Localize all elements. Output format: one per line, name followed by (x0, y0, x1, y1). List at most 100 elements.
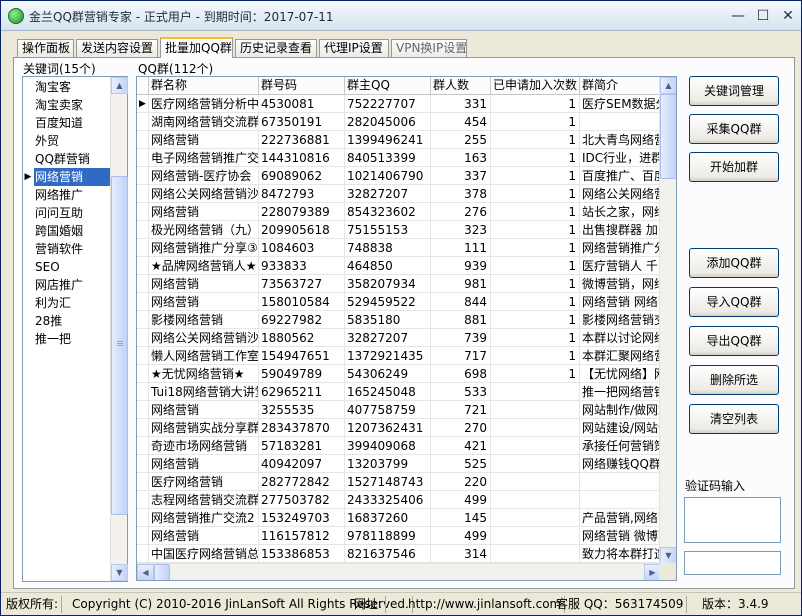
table-row[interactable]: ★品牌网络营销人★ 933833 464850 939 1 医疗营销人 千 (137, 257, 661, 275)
table-cell: 840513399 (345, 149, 431, 167)
keyword-item[interactable]: QQ群营销 (34, 150, 110, 168)
table-cell: 网络公关网络营 (580, 185, 661, 203)
keyword-item[interactable]: 网络推广 (34, 186, 110, 204)
scroll-left-icon[interactable]: ◀ (137, 564, 154, 580)
table-row[interactable]: 中国医疗网络营销总 153386853 821637546 314 致力将本群打造 (137, 545, 661, 563)
row-header (137, 491, 149, 509)
table-row[interactable]: 网络营销 40942097 13203799 525 网络赚钱QQ群 (137, 455, 661, 473)
column-group-name[interactable]: 群名称 (149, 77, 259, 95)
table-row[interactable]: 医疗网络营销 282772842 1527148743 220 (137, 473, 661, 491)
table-cell: 854323602 (345, 203, 431, 221)
table-row[interactable]: 极光网络营销（九） 209905618 75155153 323 1 出售搜群器 加 (137, 221, 661, 239)
table-row[interactable]: ▶ 医疗网络营销分析中 4530081 752227707 331 1 医疗SEM数据分 (137, 95, 661, 113)
table-cell: 752227707 (345, 95, 431, 113)
keyword-item[interactable]: 网络营销 (34, 168, 110, 186)
table-row[interactable]: 网络公关网络营销沙 1880562 32827207 739 1 本群以讨论网络 (137, 329, 661, 347)
table-row[interactable]: 网络营销实战分享群2834378701207362431270 网站建设/网站优 (137, 419, 661, 437)
table-row[interactable]: 网络营销推广交流215324970316837260145 产品营销,网络营 (137, 509, 661, 527)
table-cell: 1527148743 (345, 473, 431, 491)
tab-vpn-ip[interactable]: VPN换IP设置 (391, 39, 467, 57)
table-row[interactable]: ★无忧网络营销★ 59049789 54306249 698 1 【无忧网络】网 (137, 365, 661, 383)
table-row[interactable]: 电子网络营销推广交 144310816 840513399 163 1 IDC行业，进群 (137, 149, 661, 167)
scroll-down-icon[interactable]: ▼ (111, 564, 128, 581)
table-row[interactable]: 网络营销 73563727 358207934 981 1 微博营销，网络 (137, 275, 661, 293)
column-apply-count[interactable]: 已申请加入次数 (491, 77, 580, 95)
column-group-number[interactable]: 群号码 (259, 77, 345, 95)
keyword-item[interactable]: 营销软件 (34, 240, 110, 258)
table-row[interactable]: 网络营销-医疗协会 69089062 1021406790 337 1 百度推广、百度 (137, 167, 661, 185)
tab-batch-add-qq-group[interactable]: 批量加QQ群 (160, 37, 233, 58)
start-join-button[interactable]: 开始加群 (689, 152, 779, 182)
tab-send-content-settings[interactable]: 发送内容设置 (76, 39, 158, 57)
scroll-thumb[interactable] (154, 564, 170, 580)
keyword-item[interactable]: 淘宝客 (34, 78, 110, 96)
keyword-item[interactable]: 问问互助 (34, 204, 110, 222)
website-link[interactable]: http://www.jinlansoft.com (405, 596, 566, 613)
column-group-intro[interactable]: 群简介 (580, 77, 661, 95)
table-cell: 医疗网络营销分析中 (149, 95, 259, 113)
import-group-button[interactable]: 导入QQ群 (689, 287, 779, 317)
scroll-thumb[interactable] (660, 94, 676, 179)
window-title: 金兰QQ群营销专家 - 正式用户 - 到期时间：2017-07-11 (29, 10, 334, 24)
table-cell: 【无忧网络】网 (580, 365, 661, 383)
column-owner-qq[interactable]: 群主QQ (345, 77, 431, 95)
qq-group-table[interactable]: 群名称 群号码 群主QQ 群人数 已申请加入次数 群简介 ▶ 医疗网络营销分析中 453008… (136, 76, 677, 581)
tab-proxy-ip[interactable]: 代理IP设置 (319, 39, 389, 57)
keyword-item[interactable]: 跨国婚姻 (34, 222, 110, 240)
keyword-item[interactable]: 网店推广 (34, 276, 110, 294)
table-cell: 5835180 (345, 311, 431, 329)
tab-history[interactable]: 历史记录查看 (235, 39, 317, 57)
table-cell: IDC行业，进群 (580, 149, 661, 167)
table-row[interactable]: 懒人网络营销工作室 154947651 1372921435 717 1 本群汇聚网络营 (137, 347, 661, 365)
table-row[interactable]: 网络营销3255535407758759721 网站制作/做网站 (137, 401, 661, 419)
table-row[interactable]: 网络营销推广分享③ 1084603 748838 111 1 网络营销推广分 (137, 239, 661, 257)
scroll-up-icon[interactable]: ▲ (660, 77, 676, 94)
table-hscrollbar[interactable]: ◀ ▶ (137, 563, 661, 580)
column-member-count[interactable]: 群人数 (431, 77, 491, 95)
keyword-item[interactable]: 外贸 (34, 132, 110, 150)
table-row[interactable]: 志程网络营销交流群 277503782 2433325406 499 (137, 491, 661, 509)
keyword-item[interactable]: 百度知道 (34, 114, 110, 132)
add-group-button[interactable]: 添加QQ群 (689, 248, 779, 278)
table-row[interactable]: 影楼网络营销 69227982 5835180 881 1 影楼网络营销交 (137, 311, 661, 329)
keyword-item[interactable]: SEO (34, 258, 110, 276)
table-cell: 209905618 (259, 221, 345, 239)
row-header (137, 437, 149, 455)
scroll-down-icon[interactable]: ▼ (660, 547, 676, 564)
table-cell: 1 (491, 221, 580, 239)
keyword-list-scrollbar[interactable]: ▲ ▼ (110, 77, 128, 581)
table-cell: 1 (491, 275, 580, 293)
table-row[interactable]: Tui18网络营销大讲堂 62965211 165245048 533 推一把网络营销 (137, 383, 661, 401)
keyword-item[interactable]: 淘宝卖家 (34, 96, 110, 114)
tab-operation-panel[interactable]: 操作面板 (17, 39, 74, 57)
close-button[interactable]: ✕ (777, 6, 799, 26)
table-row[interactable]: 网络公关网络营销沙 8472793 32827207 378 1 网络公关网络营 (137, 185, 661, 203)
minimize-button[interactable]: — (727, 6, 749, 26)
table-row[interactable]: 湖南网络营销交流群 67350191 282045006 454 1 (137, 113, 661, 131)
collect-groups-button[interactable]: 采集QQ群 (689, 114, 779, 144)
table-vscrollbar[interactable]: ▲ ▼ (659, 77, 676, 564)
table-row[interactable]: 网络营销 222736881 1399496241 255 1 北大青鸟网络营 (137, 131, 661, 149)
keyword-item[interactable]: 利为汇 (34, 294, 110, 312)
title-bar[interactable]: 金兰QQ群营销专家 - 正式用户 - 到期时间：2017-07-11 — ☐ ✕ (1, 1, 801, 31)
table-row[interactable]: 网络营销1580105845294595228441网络营销 网络营 (137, 293, 661, 311)
table-cell: 湖南网络营销交流群 (149, 113, 259, 131)
keyword-item[interactable]: 推一把 (34, 330, 110, 348)
captcha-input[interactable] (684, 551, 781, 575)
keyword-list[interactable]: ▲ ▼ 淘宝客 淘宝卖家 百度知道 外贸 QQ群营销 ▶ 网络营销 网络推广 问问互助 跨国婚姻营… (22, 76, 128, 582)
clear-list-button[interactable]: 清空列表 (689, 404, 779, 434)
table-cell: 1021406790 (345, 167, 431, 185)
table-cell (491, 527, 580, 545)
table-cell: 153249703 (259, 509, 345, 527)
delete-selected-button[interactable]: 删除所选 (689, 365, 779, 395)
table-row[interactable]: 奇迹市场网络营销 57183281 399409068 421 承接任何营销策 (137, 437, 661, 455)
table-cell: 网络营销 (149, 131, 259, 149)
keyword-item[interactable]: 28推 (34, 312, 110, 330)
table-row[interactable]: 网络营销116157812978118899499 网络营销 微博营 (137, 527, 661, 545)
scroll-thumb[interactable] (111, 176, 128, 515)
maximize-button[interactable]: ☐ (752, 6, 774, 26)
export-group-button[interactable]: 导出QQ群 (689, 326, 779, 356)
table-row[interactable]: 网络营销 228079389 854323602 276 1 站长之家，网络 (137, 203, 661, 221)
scroll-up-icon[interactable]: ▲ (111, 77, 128, 94)
keyword-manage-button[interactable]: 关键词管理 (689, 76, 779, 106)
